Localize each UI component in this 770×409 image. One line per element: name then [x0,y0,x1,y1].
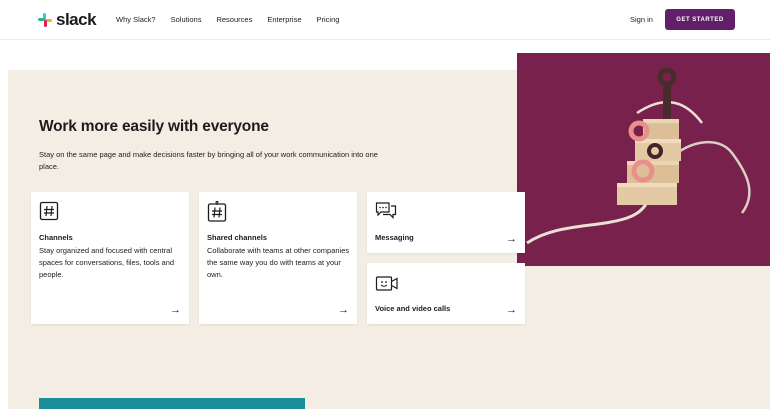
main-nav: Why Slack? Solutions Resources Enterpris… [116,15,354,24]
nav-pricing[interactable]: Pricing [317,15,340,24]
hash-icon [39,201,59,226]
get-started-button[interactable]: GET STARTED [665,9,735,30]
video-call-icon [375,275,399,298]
hero-subhead: Stay on the same page and make decisions… [39,150,378,171]
slack-logo-icon [38,13,52,27]
feature-card-voice-video[interactable]: Voice and video calls → [367,263,525,324]
feature-card-shared-channels[interactable]: Shared channels Collaborate with teams a… [199,192,357,324]
hero-headline: Work more easily with everyone [39,118,269,135]
hero-illustration [517,53,770,266]
blocks-and-rope-illustration [526,67,751,245]
nav-why-slack[interactable]: Why Slack? [116,15,156,24]
arrow-right-icon[interactable]: → [506,304,517,316]
card-description: Collaborate with teams at other companie… [207,246,350,279]
feature-card-channels[interactable]: Channels Stay organized and focused with… [31,192,189,324]
nav-enterprise[interactable]: Enterprise [267,15,301,24]
sign-in-link[interactable]: Sign in [630,15,653,24]
feature-card-messaging[interactable]: Messaging → [367,192,525,253]
shared-channels-icon [207,200,227,228]
nav-solutions[interactable]: Solutions [171,15,202,24]
arrow-right-icon[interactable]: → [338,304,349,316]
messaging-icon [375,201,397,226]
logo-text: slack [56,10,97,29]
teal-banner [39,398,305,409]
card-title: Channels [39,233,73,242]
card-title: Messaging [375,233,414,242]
arrow-right-icon[interactable]: → [170,304,181,316]
card-title: Shared channels [207,233,268,242]
arrow-right-icon[interactable]: → [506,233,517,245]
top-navigation-bar: slack Why Slack? Solutions Resources Ent… [0,0,770,40]
card-description: Stay organized and focused with central … [39,246,175,279]
card-title: Voice and video calls [375,304,451,313]
nav-resources[interactable]: Resources [216,15,252,24]
slack-logo[interactable]: slack [38,10,97,30]
